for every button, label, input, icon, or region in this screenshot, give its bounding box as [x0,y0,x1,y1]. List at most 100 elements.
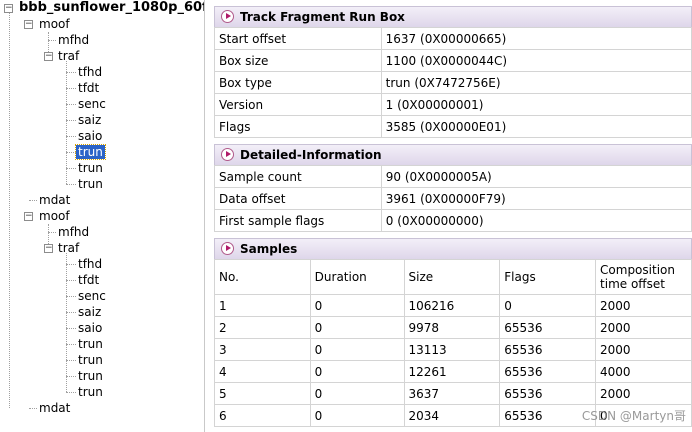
file-tree[interactable]: − bbb_sunflower_1080p_60fps − moof mfhd − traf… [0,0,205,432]
table-row[interactable]: Box type trun (0X7472756E) [214,71,692,94]
table-cell: 12261 [403,360,501,383]
tree-node-label: traf [58,49,80,63]
property-name: Box size [214,49,382,72]
tree-node-tfhd[interactable]: tfhd [76,64,104,80]
tree-node-moof[interactable]: moof [37,16,72,32]
tree-node-label: mdat [39,193,71,207]
tree-guide-line [66,184,76,185]
collapse-toggle-icon[interactable]: − [24,20,33,29]
tree-node-label: traf [58,241,80,255]
table-row[interactable]: 3 0 13113 65536 2000 [214,338,692,361]
table-row[interactable]: First sample flags 0 (0X00000000) [214,209,692,232]
tree-node-trun[interactable]: trun [76,352,105,368]
tree-node-mdat[interactable]: mdat [37,192,72,208]
tree-node-label: tfhd [78,257,103,271]
column-header[interactable]: No. [214,259,311,295]
tree-guide-line [66,168,76,169]
tree-node-label: trun [78,385,103,399]
tree-node-label: mdat [39,401,71,415]
tree-node-moof[interactable]: moof [37,208,72,224]
table-cell: 3637 [403,382,501,405]
table-row[interactable]: 5 0 3637 65536 2000 [214,382,692,405]
table-row[interactable]: Version 1 (0X00000001) [214,93,692,116]
tree-node-traf[interactable]: traf [56,48,81,64]
tree-node-senc[interactable]: senc [76,288,108,304]
section-header-box[interactable]: Track Fragment Run Box [214,6,692,28]
tree-node-tfhd[interactable]: tfhd [76,256,104,272]
table-row[interactable]: 4 0 12261 65536 4000 [214,360,692,383]
tree-node-label: senc [78,289,106,303]
tree-node-senc[interactable]: senc [76,96,108,112]
table-row[interactable]: Start offset 1637 (0X00000665) [214,27,692,50]
property-value: 3961 (0X00000F79) [380,187,692,210]
tree-node-label: tfdt [78,81,100,95]
property-name: Flags [214,115,382,138]
tree-node-trun[interactable]: trun [76,176,105,192]
table-cell: 65536 [499,316,597,339]
tree-node-mfhd[interactable]: mfhd [56,32,91,48]
table-row[interactable]: Data offset 3961 (0X00000F79) [214,187,692,210]
tree-guide-line [29,200,37,201]
tree-guide-line [66,344,76,345]
column-header[interactable]: Flags [499,259,597,295]
tree-guide-line [66,136,76,137]
tree-node-label: trun [78,369,103,383]
table-cell: 2000 [595,382,692,405]
collapse-toggle-icon[interactable]: − [44,244,53,253]
tree-node-tfdt[interactable]: tfdt [76,80,101,96]
column-header[interactable]: Composition time offset [595,259,692,295]
tree-guide-line [29,408,37,409]
property-value: 90 (0X0000005A) [380,165,692,188]
property-value: 1100 (0X0000044C) [380,49,692,72]
section-header-detail[interactable]: Detailed-Information [214,144,692,166]
tree-node-mdat[interactable]: mdat [37,400,72,416]
tree-node-trun[interactable]: trun [76,368,105,384]
table-row[interactable]: 1 0 106216 0 2000 [214,294,692,317]
table-cell: 0 [309,294,405,317]
watermark: CSDN @Martyn哥 [581,409,686,423]
tree-node-saiz[interactable]: saiz [76,112,103,128]
collapse-toggle-icon[interactable]: − [4,4,13,13]
tree-node-label: mfhd [58,33,90,47]
column-header[interactable]: Duration [309,259,405,295]
collapse-toggle-icon[interactable]: − [44,52,53,61]
tree-node-tfdt[interactable]: tfdt [76,272,101,288]
section-header-samples[interactable]: Samples [214,238,692,260]
details-panel: Track Fragment Run Box Start offset 1637 … [206,0,692,432]
table-row[interactable]: Sample count 90 (0X0000005A) [214,165,692,188]
tree-node-trun[interactable]: trun [76,336,105,352]
tree-node-root[interactable]: bbb_sunflower_1080p_60fps [17,0,204,16]
table-row[interactable]: 2 0 9978 65536 2000 [214,316,692,339]
table-cell: 2000 [595,316,692,339]
expand-chevron-icon[interactable] [221,10,234,23]
tree-node-label: mfhd [58,225,90,239]
table-cell: 4 [214,360,311,383]
tree-node-mfhd[interactable]: mfhd [56,224,91,240]
table-cell: 0 [309,316,405,339]
column-header[interactable]: Size [403,259,501,295]
tree-node-label: trun [78,337,103,351]
tree-node-saiz[interactable]: saiz [76,304,103,320]
tree-node-label: trun [78,353,103,367]
tree-node-traf[interactable]: traf [56,240,81,256]
tree-node-label: senc [78,97,106,111]
property-name: Sample count [214,165,382,188]
tree-node-trun[interactable]: trun [76,160,105,176]
table-cell: 106216 [403,294,501,317]
tree-node-saio[interactable]: saio [76,320,104,336]
expand-chevron-icon[interactable] [221,242,234,255]
tree-guide-line [66,61,67,184]
table-cell: 0 [309,382,405,405]
table-cell: 2034 [403,404,501,427]
expand-chevron-icon[interactable] [221,148,234,161]
property-name: Box type [214,71,382,94]
table-cell: 0 [309,360,405,383]
table-row[interactable]: Flags 3585 (0X00000E01) [214,115,692,138]
tree-node-saio[interactable]: saio [76,128,104,144]
table-cell: 0 [499,294,597,317]
collapse-toggle-icon[interactable]: − [24,212,33,221]
tree-node-trun[interactable]: trun [76,384,105,400]
tree-node-trun[interactable]: trun [75,144,106,160]
section-title: Track Fragment Run Box [240,10,405,24]
table-row[interactable]: Box size 1100 (0X0000044C) [214,49,692,72]
